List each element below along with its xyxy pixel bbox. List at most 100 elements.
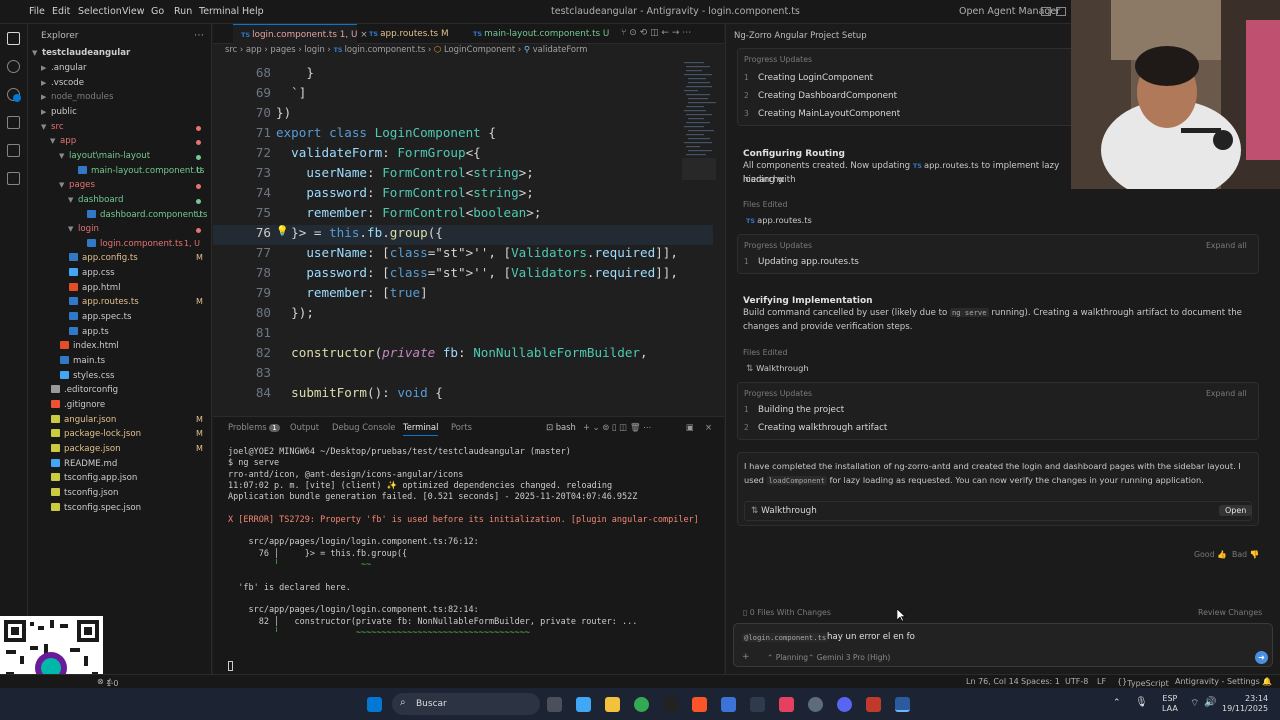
status-cursor-position[interactable]: Ln 76, Col 14 <box>966 677 1019 686</box>
code-line[interactable]: 70}) <box>213 105 713 125</box>
code-line[interactable]: 69 `] <box>213 85 713 105</box>
app-icon[interactable] <box>721 697 736 712</box>
code-line[interactable]: 71 export class LoginComponent { <box>213 125 713 145</box>
code-line[interactable]: 82 constructor(private fb: NonNullableFo… <box>213 345 713 365</box>
progress-item[interactable]: 1 Updating app.routes.ts <box>744 257 859 267</box>
tree-item[interactable]: ▼ src <box>41 122 208 136</box>
tree-item[interactable]: app.ts <box>59 326 208 341</box>
menu-help[interactable]: Help <box>242 6 264 17</box>
progress-item[interactable]: 1 Creating LoginComponent <box>744 73 873 83</box>
review-changes-button[interactable]: Review Changes <box>1198 608 1262 617</box>
tree-item[interactable]: angular.json M <box>41 414 208 429</box>
extensions-icon[interactable] <box>7 172 20 185</box>
tree-item[interactable]: ▶ .angular <box>41 63 208 77</box>
code-line[interactable]: 83 <box>213 365 713 385</box>
menu-selection[interactable]: Selection <box>78 6 122 17</box>
tree-item[interactable]: ▼ login <box>68 224 208 238</box>
start-menu-icon[interactable] <box>367 697 382 712</box>
tree-item[interactable]: login.component.ts 1, U <box>77 238 208 253</box>
progress-item[interactable]: 2 Creating DashboardComponent <box>744 91 897 101</box>
menu-go[interactable]: Go <box>151 6 164 17</box>
terminal-app-icon[interactable] <box>663 697 678 712</box>
tree-item[interactable]: app.css <box>59 268 208 282</box>
mode-selector[interactable]: ⌃ Planning <box>767 653 808 662</box>
taskbar-search[interactable]: ⌕ Buscar <box>392 693 540 715</box>
edited-file-chip[interactable]: ⇅ Walkthrough <box>746 363 809 374</box>
progress-item[interactable]: 1 Building the project <box>744 405 844 415</box>
layout-toggle-icon[interactable] <box>1041 7 1051 16</box>
clock[interactable]: 23:14 19/11/2025 <box>1222 694 1268 714</box>
app-icon[interactable] <box>866 697 881 712</box>
feedback-bad-button[interactable]: Bad 👎 <box>1232 550 1259 559</box>
tab-terminal[interactable]: Terminal <box>403 422 439 436</box>
terminal-actions[interactable]: + ⌄ ⊚ ▯ ◫ 🗑 ⋯ <box>583 422 652 433</box>
chrome-icon[interactable] <box>634 697 649 712</box>
menu-terminal[interactable]: Terminal <box>199 6 239 17</box>
code-line[interactable]: 80 }); <box>213 305 713 325</box>
code-line[interactable]: 74 password: FormControl<string>; <box>213 185 713 205</box>
code-line[interactable]: 77 userName: [class="st">'', [Validators… <box>213 245 713 265</box>
tree-item[interactable]: app.html <box>59 282 208 297</box>
language-indicator[interactable]: ESP LAA <box>1162 694 1178 714</box>
breadcrumb-item[interactable]: LoginComponent <box>444 44 515 54</box>
menu-run[interactable]: Run <box>174 6 192 17</box>
explorer-icon[interactable] <box>7 32 20 45</box>
tab-ports[interactable]: Ports <box>451 422 472 432</box>
tree-item[interactable]: ▶ node_modules <box>41 92 208 106</box>
tree-root[interactable]: ▼ testclaudeangular <box>32 48 130 62</box>
tree-item[interactable]: styles.css <box>50 370 208 385</box>
remote-icon[interactable] <box>7 144 20 157</box>
breadcrumb-item[interactable]: validateForm <box>533 44 588 54</box>
discord-icon[interactable] <box>837 697 852 712</box>
explorer-more-icon[interactable]: ⋯ <box>194 30 204 41</box>
tree-item[interactable]: ▼ layout\main-layout <box>59 151 208 165</box>
antigravity-icon[interactable] <box>895 697 910 712</box>
menu-edit[interactable]: Edit <box>52 6 70 17</box>
edited-file-chip[interactable]: TS app.routes.ts <box>746 215 812 226</box>
tree-item[interactable]: dashboard.component.ts U <box>77 209 208 224</box>
panel-toggle-icon[interactable] <box>1056 7 1066 16</box>
breadcrumb-item[interactable]: pages <box>270 44 295 54</box>
model-selector[interactable]: ⌃ Gemini 3 Pro (High) <box>808 653 890 662</box>
breadcrumb-item[interactable]: src <box>225 44 237 54</box>
tree-item[interactable]: .gitignore <box>41 399 208 414</box>
tree-item[interactable]: app.config.ts M <box>59 253 208 267</box>
tree-item[interactable]: main-layout.component.ts U <box>68 165 208 180</box>
send-button[interactable]: ➜ <box>1255 651 1268 664</box>
menu-view[interactable]: View <box>122 6 145 17</box>
tab-login-component[interactable]: TS login.component.ts 1, U × <box>233 24 368 44</box>
expand-all-button[interactable]: Expand all <box>1206 389 1247 398</box>
status-problems[interactable]: ⊗ 1 ⚠ 0 <box>97 677 119 688</box>
brave-icon[interactable] <box>692 697 707 712</box>
tree-item[interactable]: app.routes.ts M <box>59 297 208 311</box>
tree-item[interactable]: ▶ public <box>41 107 208 121</box>
wifi-icon[interactable]: ⌔ <box>1190 697 1199 710</box>
tab-debug-console[interactable]: Debug Console <box>332 422 395 432</box>
status-indentation[interactable]: Spaces: 1 <box>1021 677 1060 686</box>
chatgpt-icon[interactable] <box>808 697 823 712</box>
file-link[interactable]: app.routes.ts <box>924 160 979 170</box>
status-settings[interactable]: Antigravity - Settings <box>1175 677 1260 686</box>
context-chip[interactable]: @login.component.ts <box>742 633 829 642</box>
tab-main-layout[interactable]: TS main-layout.component.ts U <box>465 24 617 44</box>
code-line[interactable]: 79 remember: [true] <box>213 285 713 305</box>
agent-chat-input[interactable]: @login.component.ts hay un error el en f… <box>733 623 1273 667</box>
tree-item[interactable]: tsconfig.app.json <box>41 473 208 487</box>
tree-item[interactable]: index.html <box>50 341 208 355</box>
tiktok-icon[interactable] <box>779 697 794 712</box>
expand-all-button[interactable]: Expand all <box>1206 241 1247 250</box>
volume-icon[interactable]: 🔊 <box>1204 697 1216 708</box>
tab-app-routes[interactable]: TS app.routes.ts M <box>361 24 457 44</box>
tree-item[interactable]: app.spec.ts <box>59 312 208 326</box>
minimap[interactable] <box>682 60 716 180</box>
add-context-icon[interactable]: + <box>742 652 750 662</box>
breadcrumb-item[interactable]: login <box>304 44 324 54</box>
code-line[interactable]: 68 } <box>213 65 713 85</box>
maximize-panel-icon[interactable]: ▣ <box>686 422 694 432</box>
status-eol[interactable]: LF <box>1097 677 1106 686</box>
code-line[interactable]: 84 submitForm(): void { <box>213 385 713 405</box>
copilot-icon[interactable] <box>576 697 591 712</box>
tree-item[interactable]: ▶ .vscode <box>41 78 208 92</box>
tab-problems[interactable]: Problems 1 <box>228 422 280 432</box>
search-icon[interactable] <box>7 60 20 73</box>
